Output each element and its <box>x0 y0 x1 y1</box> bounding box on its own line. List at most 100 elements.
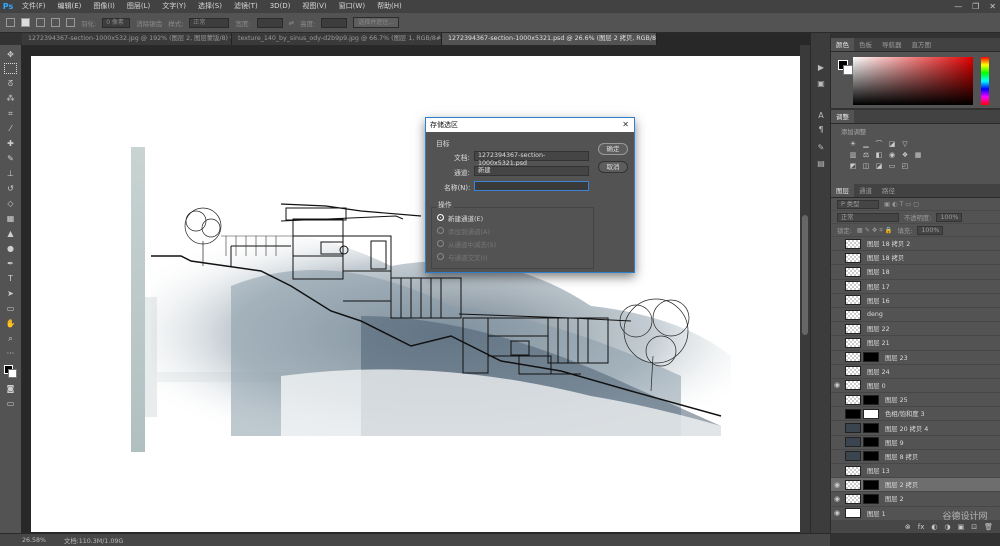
layer-row[interactable]: 图层 22 <box>831 322 1000 337</box>
layer-row[interactable]: ◉ 图层 2 拷贝 <box>831 478 1000 493</box>
layer-mask-thumbnail[interactable] <box>863 437 879 448</box>
tab-color-panel[interactable]: 色板 <box>854 38 877 51</box>
new-selection-icon[interactable] <box>21 18 30 27</box>
marquee-tool-icon[interactable] <box>4 63 17 74</box>
swap-icon[interactable]: ⇄ <box>289 19 294 27</box>
photo-filter-icon[interactable]: ◉ <box>888 151 896 159</box>
layer-row[interactable]: deng <box>831 308 1000 323</box>
add-selection-icon[interactable] <box>36 18 45 27</box>
tab-color-panel[interactable]: 直方图 <box>907 38 937 51</box>
layer-mask-thumbnail[interactable] <box>863 423 879 434</box>
tab-adjustments[interactable]: 调整 <box>831 110 854 123</box>
background-color-swatch[interactable] <box>8 369 17 378</box>
layer-row[interactable]: 图层 25 <box>831 393 1000 408</box>
marquee-tool-preset-icon[interactable] <box>6 18 15 27</box>
layer-row[interactable]: 图层 18 <box>831 265 1000 280</box>
height-input[interactable] <box>321 17 348 28</box>
link-layers-icon[interactable]: ⊗ <box>905 521 911 533</box>
color-spectrum[interactable] <box>853 57 973 105</box>
layer-row[interactable]: 图层 18 拷贝 2 <box>831 237 1000 252</box>
layer-row[interactable]: 色相/饱和度 3 <box>831 407 1000 422</box>
menu-item[interactable]: 文字(Y) <box>156 0 192 13</box>
operation-radio[interactable] <box>437 253 444 260</box>
operation-radio[interactable] <box>437 227 444 234</box>
layer-row[interactable]: 图层 24 <box>831 365 1000 379</box>
layer-filter-select[interactable]: P 类型 <box>837 199 879 209</box>
blur-tool-icon[interactable]: ▲ <box>4 228 17 239</box>
crop-tool-icon[interactable]: ⌗ <box>4 108 17 119</box>
levels-icon[interactable]: ▁ <box>862 140 870 148</box>
threshold-icon[interactable]: ◪ <box>875 162 883 170</box>
color-lookup-icon[interactable]: ▦ <box>914 151 922 159</box>
tab-document-2[interactable]: texture_140_by_sinus_ody-d2b9p9.jpg @ 66… <box>232 33 442 45</box>
rectangle-tool-icon[interactable]: ▭ <box>4 303 17 314</box>
layer-row[interactable]: 图层 23 <box>831 351 1000 365</box>
vibrance-icon[interactable]: ▽ <box>901 140 909 148</box>
paragraph-icon[interactable]: ¶ <box>816 125 826 135</box>
dialog-close-icon[interactable]: ✕ <box>622 118 629 132</box>
tab-color-panel[interactable]: 颜色 <box>831 38 854 51</box>
layer-mask-thumbnail[interactable] <box>863 352 879 363</box>
layer-row[interactable]: 图层 17 <box>831 280 1000 294</box>
document-select[interactable]: 1272394367-section-1000x5321.psd <box>474 151 589 167</box>
layer-row[interactable]: 图层 18 拷贝 <box>831 251 1000 266</box>
actions-icon[interactable]: ▣ <box>816 79 826 89</box>
curves-icon[interactable]: ⌒ <box>875 140 883 148</box>
layer-row[interactable]: 图层 9 <box>831 436 1000 450</box>
layer-mask-thumbnail[interactable] <box>863 394 879 405</box>
cancel-button[interactable]: 取消 <box>598 161 628 173</box>
operation-label[interactable]: 与通道交叉(I) <box>448 252 488 262</box>
layer-row[interactable]: ◉ 图层 0 <box>831 379 1000 394</box>
style-select[interactable]: 正常 <box>189 17 230 28</box>
pen-tool-icon[interactable]: ✒ <box>4 258 17 269</box>
close-icon[interactable]: ✕ <box>989 0 996 13</box>
layer-mask-thumbnail[interactable] <box>863 479 879 490</box>
vertical-scrollbar[interactable] <box>800 45 810 533</box>
document-canvas[interactable] <box>31 56 801 532</box>
fill-input[interactable]: 100% <box>917 225 944 235</box>
path-selection-tool-icon[interactable]: ➤ <box>4 288 17 299</box>
hue-saturation-icon[interactable]: ▥ <box>849 151 857 159</box>
channel-name-input[interactable] <box>474 181 589 191</box>
blend-mode-select[interactable]: 正常 <box>837 212 899 222</box>
screen-mode-icon[interactable]: ▭ <box>4 398 17 409</box>
ok-button[interactable]: 确定 <box>598 143 628 155</box>
character-icon[interactable]: A <box>816 111 826 121</box>
eraser-tool-icon[interactable]: ◇ <box>4 198 17 209</box>
color-balance-icon[interactable]: ⚖ <box>862 151 870 159</box>
menu-item[interactable]: 图像(I) <box>87 0 121 13</box>
layer-mask-thumbnail[interactable] <box>863 451 879 462</box>
visibility-eye-icon[interactable]: ◉ <box>831 509 843 517</box>
layer-mask-thumbnail[interactable] <box>863 493 879 504</box>
hue-slider[interactable] <box>981 57 989 105</box>
move-tool-icon[interactable]: ✥ <box>4 49 17 60</box>
channel-mixer-icon[interactable]: ❖ <box>901 151 909 159</box>
minimize-icon[interactable]: — <box>954 0 962 13</box>
visibility-eye-icon[interactable]: ◉ <box>831 495 843 503</box>
layer-row[interactable]: 图层 20 拷贝 4 <box>831 421 1000 436</box>
restore-icon[interactable]: ❐ <box>972 0 979 13</box>
width-input[interactable] <box>256 17 283 28</box>
brushes-icon[interactable]: ✎ <box>816 143 826 153</box>
tab-document-1[interactable]: 1272394367-section-1000x532.jpg @ 192% (… <box>22 33 232 45</box>
hand-tool-icon[interactable]: ✋ <box>4 318 17 329</box>
menu-item[interactable]: 窗口(W) <box>333 0 371 13</box>
layer-row[interactable]: 图层 16 <box>831 294 1000 308</box>
operation-radio[interactable] <box>437 214 444 221</box>
menu-item[interactable]: 图层(L) <box>121 0 156 13</box>
selective-color-icon[interactable]: ◰ <box>901 162 909 170</box>
fx-icon[interactable]: fx <box>918 521 925 533</box>
zoom-tool-icon[interactable]: ⌕ <box>4 333 17 344</box>
gradient-tool-icon[interactable]: ▦ <box>4 213 17 224</box>
magic-wand-tool-icon[interactable]: ⁂ <box>4 93 17 104</box>
clone-source-icon[interactable]: ▤ <box>816 159 826 169</box>
subtract-selection-icon[interactable] <box>51 18 60 27</box>
tab-layers-panel[interactable]: 通道 <box>854 184 877 197</box>
menu-item[interactable]: 视图(V) <box>296 0 332 13</box>
posterize-icon[interactable]: ◫ <box>862 162 870 170</box>
tab-color-panel[interactable]: 导航器 <box>877 38 907 51</box>
more-tools-icon[interactable]: ··· <box>4 348 17 359</box>
operation-label[interactable]: 新建通道(E) <box>448 213 483 223</box>
menu-item[interactable]: 滤镜(T) <box>228 0 264 13</box>
feather-input[interactable]: 0 像素 <box>102 17 131 28</box>
